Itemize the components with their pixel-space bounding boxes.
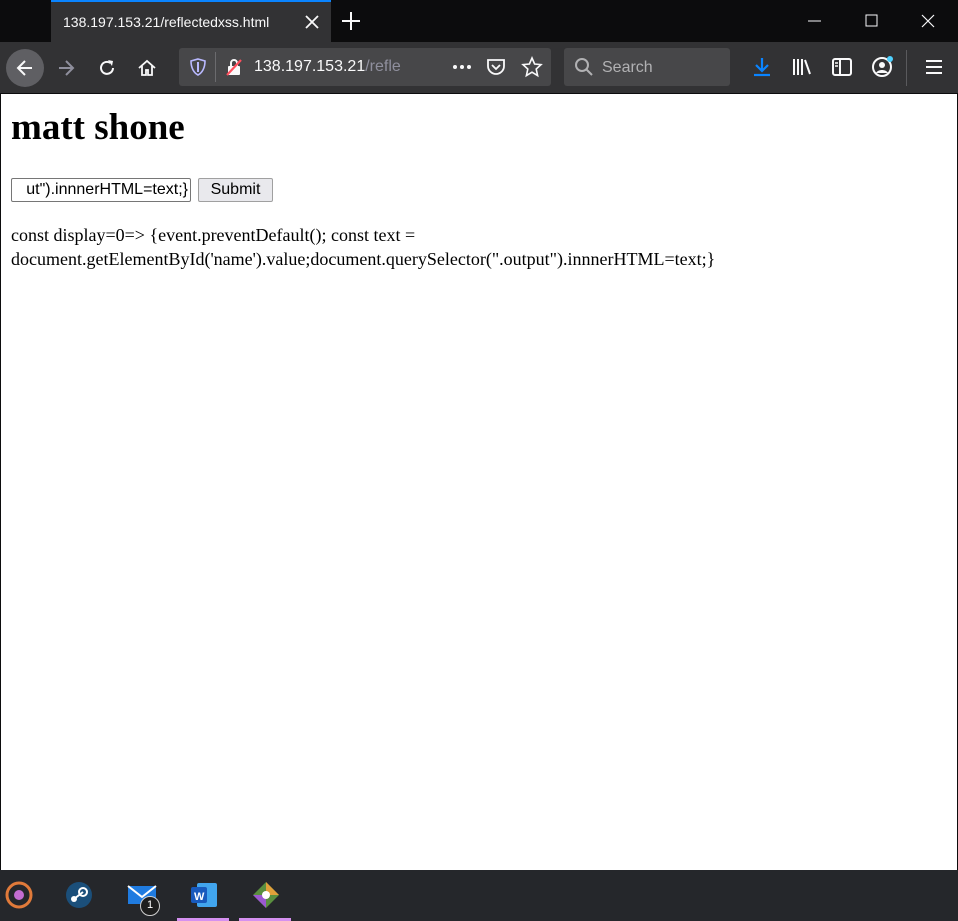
- tab-close-icon[interactable]: [303, 13, 321, 31]
- taskbar-app-word[interactable]: W: [177, 870, 229, 921]
- tracking-protection-shield-icon[interactable]: [189, 58, 207, 80]
- word-icon: W: [191, 883, 217, 907]
- url-host: 138.197.153.21: [254, 58, 366, 75]
- url-bar[interactable]: 138.197.153.21/refle: [179, 48, 551, 86]
- url-text: 138.197.153.21/refle: [254, 58, 444, 76]
- minimize-icon: [808, 20, 821, 22]
- page-actions-icon[interactable]: [451, 57, 473, 81]
- mail-badge: 1: [140, 896, 160, 916]
- taskbar-app-steam[interactable]: [52, 870, 104, 921]
- close-window-button[interactable]: [900, 0, 956, 42]
- library-icon[interactable]: [790, 55, 814, 79]
- forward-arrow-icon: [59, 60, 75, 76]
- maximize-icon: [865, 14, 878, 27]
- search-placeholder: Search: [602, 59, 653, 76]
- taskbar: 1 W: [0, 870, 958, 921]
- taskbar-app-mail[interactable]: 1: [114, 870, 166, 921]
- insecure-lock-icon[interactable]: [224, 57, 244, 81]
- back-arrow-icon: [16, 60, 32, 76]
- steam-icon: [66, 882, 92, 908]
- reload-button[interactable]: [88, 49, 126, 87]
- account-icon[interactable]: [870, 55, 894, 79]
- browser-titlebar: 138.197.153.21/reflectedxss.html: [0, 0, 958, 42]
- tab-active[interactable]: 138.197.153.21/reflectedxss.html: [51, 0, 331, 42]
- home-button[interactable]: [128, 49, 166, 87]
- url-separator: [215, 52, 216, 82]
- output-text: const display=0=> {event.preventDefault(…: [11, 225, 716, 269]
- navigation-toolbar: 138.197.153.21/refle Search: [0, 42, 958, 94]
- taskbar-app-disc[interactable]: [0, 870, 44, 921]
- back-button[interactable]: [6, 49, 44, 87]
- hamburger-menu-icon[interactable]: [922, 55, 946, 79]
- disc-app-icon: [5, 881, 33, 909]
- maximize-button[interactable]: [844, 0, 900, 42]
- sidebar-toggle-icon[interactable]: [830, 55, 854, 79]
- downloads-icon[interactable]: [750, 55, 774, 79]
- new-tab-icon[interactable]: [340, 10, 362, 32]
- page-heading: matt shone: [11, 107, 185, 148]
- name-input[interactable]: ut").innnerHTML=text;}: [11, 178, 191, 202]
- search-icon: [574, 57, 594, 81]
- reload-icon: [100, 60, 114, 75]
- taskbar-app-git[interactable]: [239, 870, 291, 921]
- toolbar-separator: [906, 50, 907, 86]
- close-icon: [921, 14, 935, 28]
- submit-button[interactable]: Submit: [198, 178, 273, 202]
- forward-button[interactable]: [47, 49, 85, 87]
- bookmark-star-icon[interactable]: [521, 55, 543, 82]
- svg-text:W: W: [194, 891, 205, 903]
- tab-title: 138.197.153.21/reflectedxss.html: [63, 14, 270, 30]
- minimize-button[interactable]: [787, 0, 843, 42]
- url-path: /refle: [365, 58, 401, 75]
- page-content: matt shone ut").innnerHTML=text;} Submit…: [1, 94, 957, 870]
- git-kraken-icon: [253, 882, 279, 908]
- home-icon: [138, 59, 156, 76]
- search-bar[interactable]: Search: [564, 48, 730, 86]
- pocket-icon[interactable]: [485, 56, 507, 82]
